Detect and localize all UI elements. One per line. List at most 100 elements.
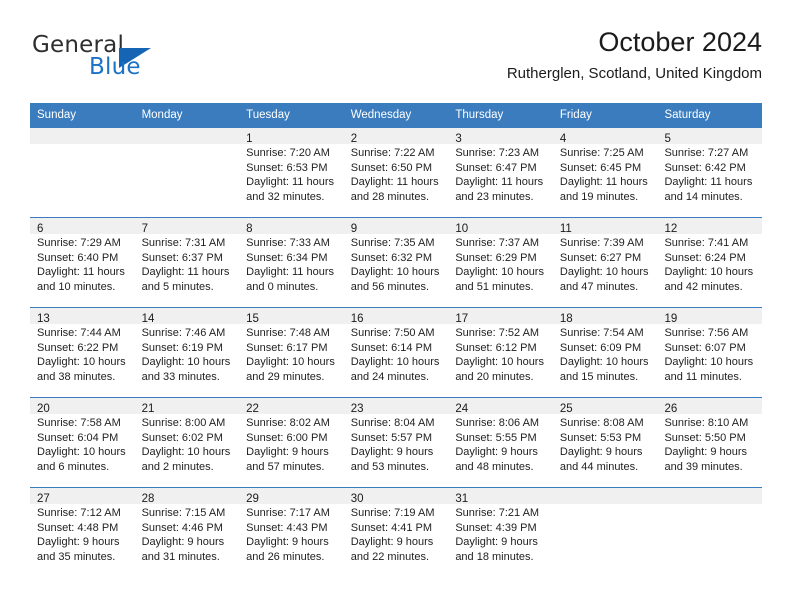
daylight-duration-line2: and 32 minutes.	[246, 190, 325, 203]
day-number: 30	[350, 493, 364, 505]
day-number-band: 14	[134, 308, 240, 325]
calendar-day-cell[interactable]: 21 Sunrise: 8:00 AM Sunset: 6:02 PM Dayligh…	[134, 398, 240, 487]
title-block: October 2024 Rutherglen, Scotland, Unite…	[507, 26, 762, 83]
day-number: 13	[37, 313, 50, 325]
calendar-day-cell[interactable]: 2 Sunrise: 7:22 AM Sunset: 6:50 PM Daylight…	[343, 128, 449, 217]
calendar-week-row: 13 Sunrise: 7:44 AM Sunset: 6:22 PM Dayligh…	[30, 307, 763, 397]
day-number-band: 10	[448, 218, 553, 235]
daylight-duration-line2: and 29 minutes.	[246, 370, 325, 383]
weekday-header-friday: Friday	[559, 109, 592, 121]
day-number: 7	[141, 223, 148, 235]
day-number: 24	[455, 403, 469, 415]
calendar-day-cell[interactable]: 22 Sunrise: 8:02 AM Sunset: 6:00 PM Dayligh…	[239, 398, 344, 487]
day-number-band: 4	[552, 128, 658, 145]
calendar-day-cell[interactable]: 25 Sunrise: 8:08 AM Sunset: 5:53 PM Dayligh…	[552, 398, 658, 487]
sunset-time: Sunset: 6:37 PM	[141, 251, 223, 264]
calendar-day-cell[interactable]: 9 Sunrise: 7:35 AM Sunset: 6:32 PM Daylight…	[343, 218, 449, 307]
daylight-duration-line2: and 22 minutes.	[350, 550, 430, 563]
weekday-header-thursday: Thursday	[455, 109, 504, 121]
sunrise-time: Sunrise: 7:19 AM	[350, 507, 435, 519]
daylight-duration-line2: and 31 minutes.	[141, 550, 220, 563]
page-header: General Blue October 2024 Rutherglen, Sc…	[30, 26, 762, 96]
weekday-header-tuesday: Tuesday	[246, 109, 290, 121]
day-number: 20	[37, 403, 50, 415]
daylight-duration-line1: Daylight: 9 hours	[246, 446, 329, 459]
daylight-duration-line2: and 18 minutes.	[455, 550, 534, 563]
calendar-day-cell[interactable]: 17 Sunrise: 7:52 AM Sunset: 6:12 PM Dayligh…	[448, 308, 553, 397]
day-number-band: 3	[448, 128, 553, 145]
day-details: Sunrise: 7:31 AM Sunset: 6:37 PM Daylight:…	[135, 234, 240, 294]
daylight-duration-line1: Daylight: 9 hours	[455, 536, 538, 549]
sunrise-time: Sunrise: 7:31 AM	[141, 237, 226, 249]
day-details: Sunrise: 7:39 AM Sunset: 6:27 PM Daylight:…	[553, 234, 658, 294]
day-details: Sunrise: 7:15 AM Sunset: 4:46 PM Daylight:…	[135, 504, 240, 564]
daylight-duration-line2: and 28 minutes.	[350, 190, 430, 203]
day-details: Sunrise: 7:12 AM Sunset: 4:48 PM Daylight:…	[30, 504, 135, 564]
day-number: 14	[141, 313, 155, 325]
calendar-day-cell[interactable]: 8 Sunrise: 7:33 AM Sunset: 6:34 PM Daylight…	[239, 218, 344, 307]
calendar-day-cell[interactable]: 20 Sunrise: 7:58 AM Sunset: 6:04 PM Dayligh…	[30, 398, 135, 487]
calendar-day-cell[interactable]: 5 Sunrise: 7:27 AM Sunset: 6:42 PM Daylight…	[657, 128, 763, 217]
daylight-duration-line1: Daylight: 11 hours	[141, 266, 230, 279]
calendar-day-cell[interactable]: 1 Sunrise: 7:20 AM Sunset: 6:53 PM Daylight…	[239, 128, 344, 217]
calendar-day-cell[interactable]: 12 Sunrise: 7:41 AM Sunset: 6:24 PM Dayligh…	[657, 218, 763, 307]
daylight-duration-line2: and 14 minutes.	[664, 190, 743, 203]
sunset-time: Sunset: 6:40 PM	[37, 251, 119, 264]
daylight-duration-line2: and 51 minutes.	[455, 280, 534, 293]
calendar-page: General Blue October 2024 Rutherglen, Sc…	[0, 0, 792, 612]
day-number: 8	[246, 223, 253, 235]
calendar-day-cell[interactable]: 29 Sunrise: 7:17 AM Sunset: 4:43 PM Dayligh…	[239, 488, 344, 580]
calendar-day-cell[interactable]: 4 Sunrise: 7:25 AM Sunset: 6:45 PM Daylight…	[552, 128, 658, 217]
day-number: 5	[664, 133, 671, 145]
sunset-time: Sunset: 6:00 PM	[246, 431, 328, 444]
day-number-band: 21	[134, 398, 240, 415]
day-details: Sunrise: 8:00 AM Sunset: 6:02 PM Daylight:…	[135, 414, 240, 474]
daylight-duration-line2: and 56 minutes.	[350, 280, 430, 293]
sunrise-time: Sunrise: 7:39 AM	[559, 237, 644, 249]
daylight-duration-line1: Daylight: 9 hours	[141, 536, 225, 549]
calendar-day-cell[interactable]: 28 Sunrise: 7:15 AM Sunset: 4:46 PM Dayligh…	[134, 488, 240, 580]
day-number-band: 12	[657, 218, 763, 235]
calendar-day-cell[interactable]: 14 Sunrise: 7:46 AM Sunset: 6:19 PM Dayligh…	[134, 308, 240, 397]
calendar-day-cell[interactable]: 24 Sunrise: 8:06 AM Sunset: 5:55 PM Dayligh…	[448, 398, 553, 487]
calendar-day-cell[interactable]: 26 Sunrise: 8:10 AM Sunset: 5:50 PM Dayligh…	[657, 398, 763, 487]
calendar-day-cell[interactable]: 30 Sunrise: 7:19 AM Sunset: 4:41 PM Dayligh…	[343, 488, 449, 580]
sunrise-time: Sunrise: 7:23 AM	[455, 147, 540, 159]
daylight-duration-line2: and 39 minutes.	[664, 460, 743, 473]
daylight-duration-line2: and 19 minutes.	[559, 190, 639, 203]
calendar-day-cell[interactable]: 10 Sunrise: 7:37 AM Sunset: 6:29 PM Dayligh…	[448, 218, 553, 307]
day-number-band: 24	[448, 398, 553, 415]
daylight-duration-line1: Daylight: 11 hours	[246, 266, 335, 279]
general-blue-logo[interactable]: General Blue	[32, 32, 252, 92]
day-details: Sunrise: 7:52 AM Sunset: 6:12 PM Daylight:…	[448, 324, 553, 384]
day-number-band	[657, 488, 763, 504]
calendar-day-cell[interactable]: 18 Sunrise: 7:54 AM Sunset: 6:09 PM Dayligh…	[552, 308, 658, 397]
sunset-time: Sunset: 5:50 PM	[664, 431, 746, 444]
day-number-band: 30	[343, 488, 449, 505]
calendar-day-cell[interactable]: 6 Sunrise: 7:29 AM Sunset: 6:40 PM Daylight…	[30, 218, 135, 307]
daylight-duration-line2: and 38 minutes.	[37, 370, 116, 383]
day-number: 22	[246, 403, 259, 415]
calendar-day-cell[interactable]: 3 Sunrise: 7:23 AM Sunset: 6:47 PM Daylight…	[448, 128, 553, 217]
calendar-day-cell[interactable]: 15 Sunrise: 7:48 AM Sunset: 6:17 PM Dayligh…	[239, 308, 344, 397]
daylight-duration-line2: and 24 minutes.	[350, 370, 430, 383]
calendar-day-cell[interactable]: 11 Sunrise: 7:39 AM Sunset: 6:27 PM Dayligh…	[552, 218, 658, 307]
calendar-day-cell[interactable]: 19 Sunrise: 7:56 AM Sunset: 6:07 PM Dayligh…	[657, 308, 763, 397]
day-number-band	[30, 128, 135, 144]
sunset-time: Sunset: 4:48 PM	[37, 521, 119, 534]
daylight-duration-line2: and 44 minutes.	[559, 460, 639, 473]
calendar-day-cell[interactable]: 7 Sunrise: 7:31 AM Sunset: 6:37 PM Daylight…	[134, 218, 240, 307]
day-number: 21	[141, 403, 155, 415]
sunset-time: Sunset: 6:02 PM	[141, 431, 223, 444]
day-number: 29	[246, 493, 259, 505]
calendar-day-cell[interactable]: 23 Sunrise: 8:04 AM Sunset: 5:57 PM Dayligh…	[343, 398, 449, 487]
calendar-day-cell[interactable]: 31 Sunrise: 7:21 AM Sunset: 4:39 PM Dayligh…	[448, 488, 553, 580]
calendar-day-cell[interactable]: 16 Sunrise: 7:50 AM Sunset: 6:14 PM Dayligh…	[343, 308, 449, 397]
calendar-day-cell[interactable]: 13 Sunrise: 7:44 AM Sunset: 6:22 PM Dayligh…	[30, 308, 135, 397]
sunset-time: Sunset: 6:09 PM	[559, 341, 642, 354]
calendar-day-cell[interactable]: 27 Sunrise: 7:12 AM Sunset: 4:48 PM Dayligh…	[30, 488, 135, 580]
sunset-time: Sunset: 6:04 PM	[37, 431, 119, 444]
daylight-duration-line1: Daylight: 10 hours	[455, 266, 544, 279]
daylight-duration-line2: and 11 minutes.	[664, 370, 742, 383]
sunrise-time: Sunrise: 7:15 AM	[141, 507, 226, 519]
